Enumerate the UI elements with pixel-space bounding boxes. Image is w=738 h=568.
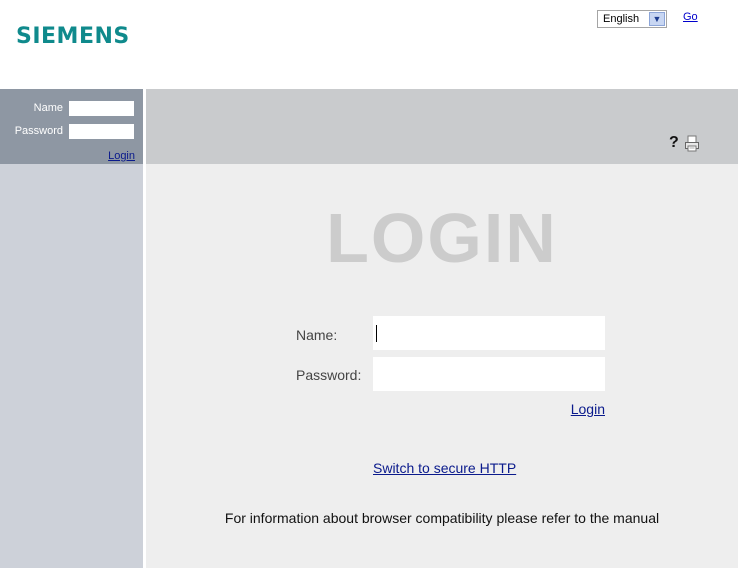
- text-caret: [376, 325, 377, 342]
- toolbar: [146, 89, 738, 164]
- page-title: LOGIN: [326, 199, 558, 277]
- language-selector[interactable]: English ▼: [597, 10, 667, 28]
- sidebar-password-label: Password: [14, 125, 63, 137]
- login-link[interactable]: Login: [571, 401, 605, 417]
- browser-compatibility-info: For information about browser compatibil…: [224, 510, 660, 526]
- sidebar-name-label: Name: [33, 102, 63, 114]
- name-input[interactable]: [373, 316, 605, 350]
- sidebar-name-input[interactable]: [69, 101, 134, 116]
- password-input[interactable]: [373, 357, 605, 391]
- sidebar: Name Password Login: [0, 89, 143, 568]
- question-mark-icon[interactable]: ?: [669, 134, 679, 152]
- switch-secure-http-link[interactable]: Switch to secure HTTP: [373, 460, 516, 476]
- language-select[interactable]: English ▼: [597, 10, 667, 28]
- siemens-logo: SIEMENS: [16, 24, 130, 49]
- sidebar-password-input[interactable]: [69, 124, 134, 139]
- sidebar-login-link[interactable]: Login: [108, 150, 135, 162]
- chevron-down-icon[interactable]: ▼: [649, 12, 665, 26]
- password-label: Password:: [296, 367, 362, 383]
- go-link[interactable]: Go: [683, 11, 698, 23]
- name-label: Name:: [296, 327, 338, 343]
- language-selected-value: English: [603, 13, 640, 25]
- sidebar-login-panel: Name Password Login: [0, 89, 143, 164]
- printer-icon[interactable]: [684, 135, 700, 152]
